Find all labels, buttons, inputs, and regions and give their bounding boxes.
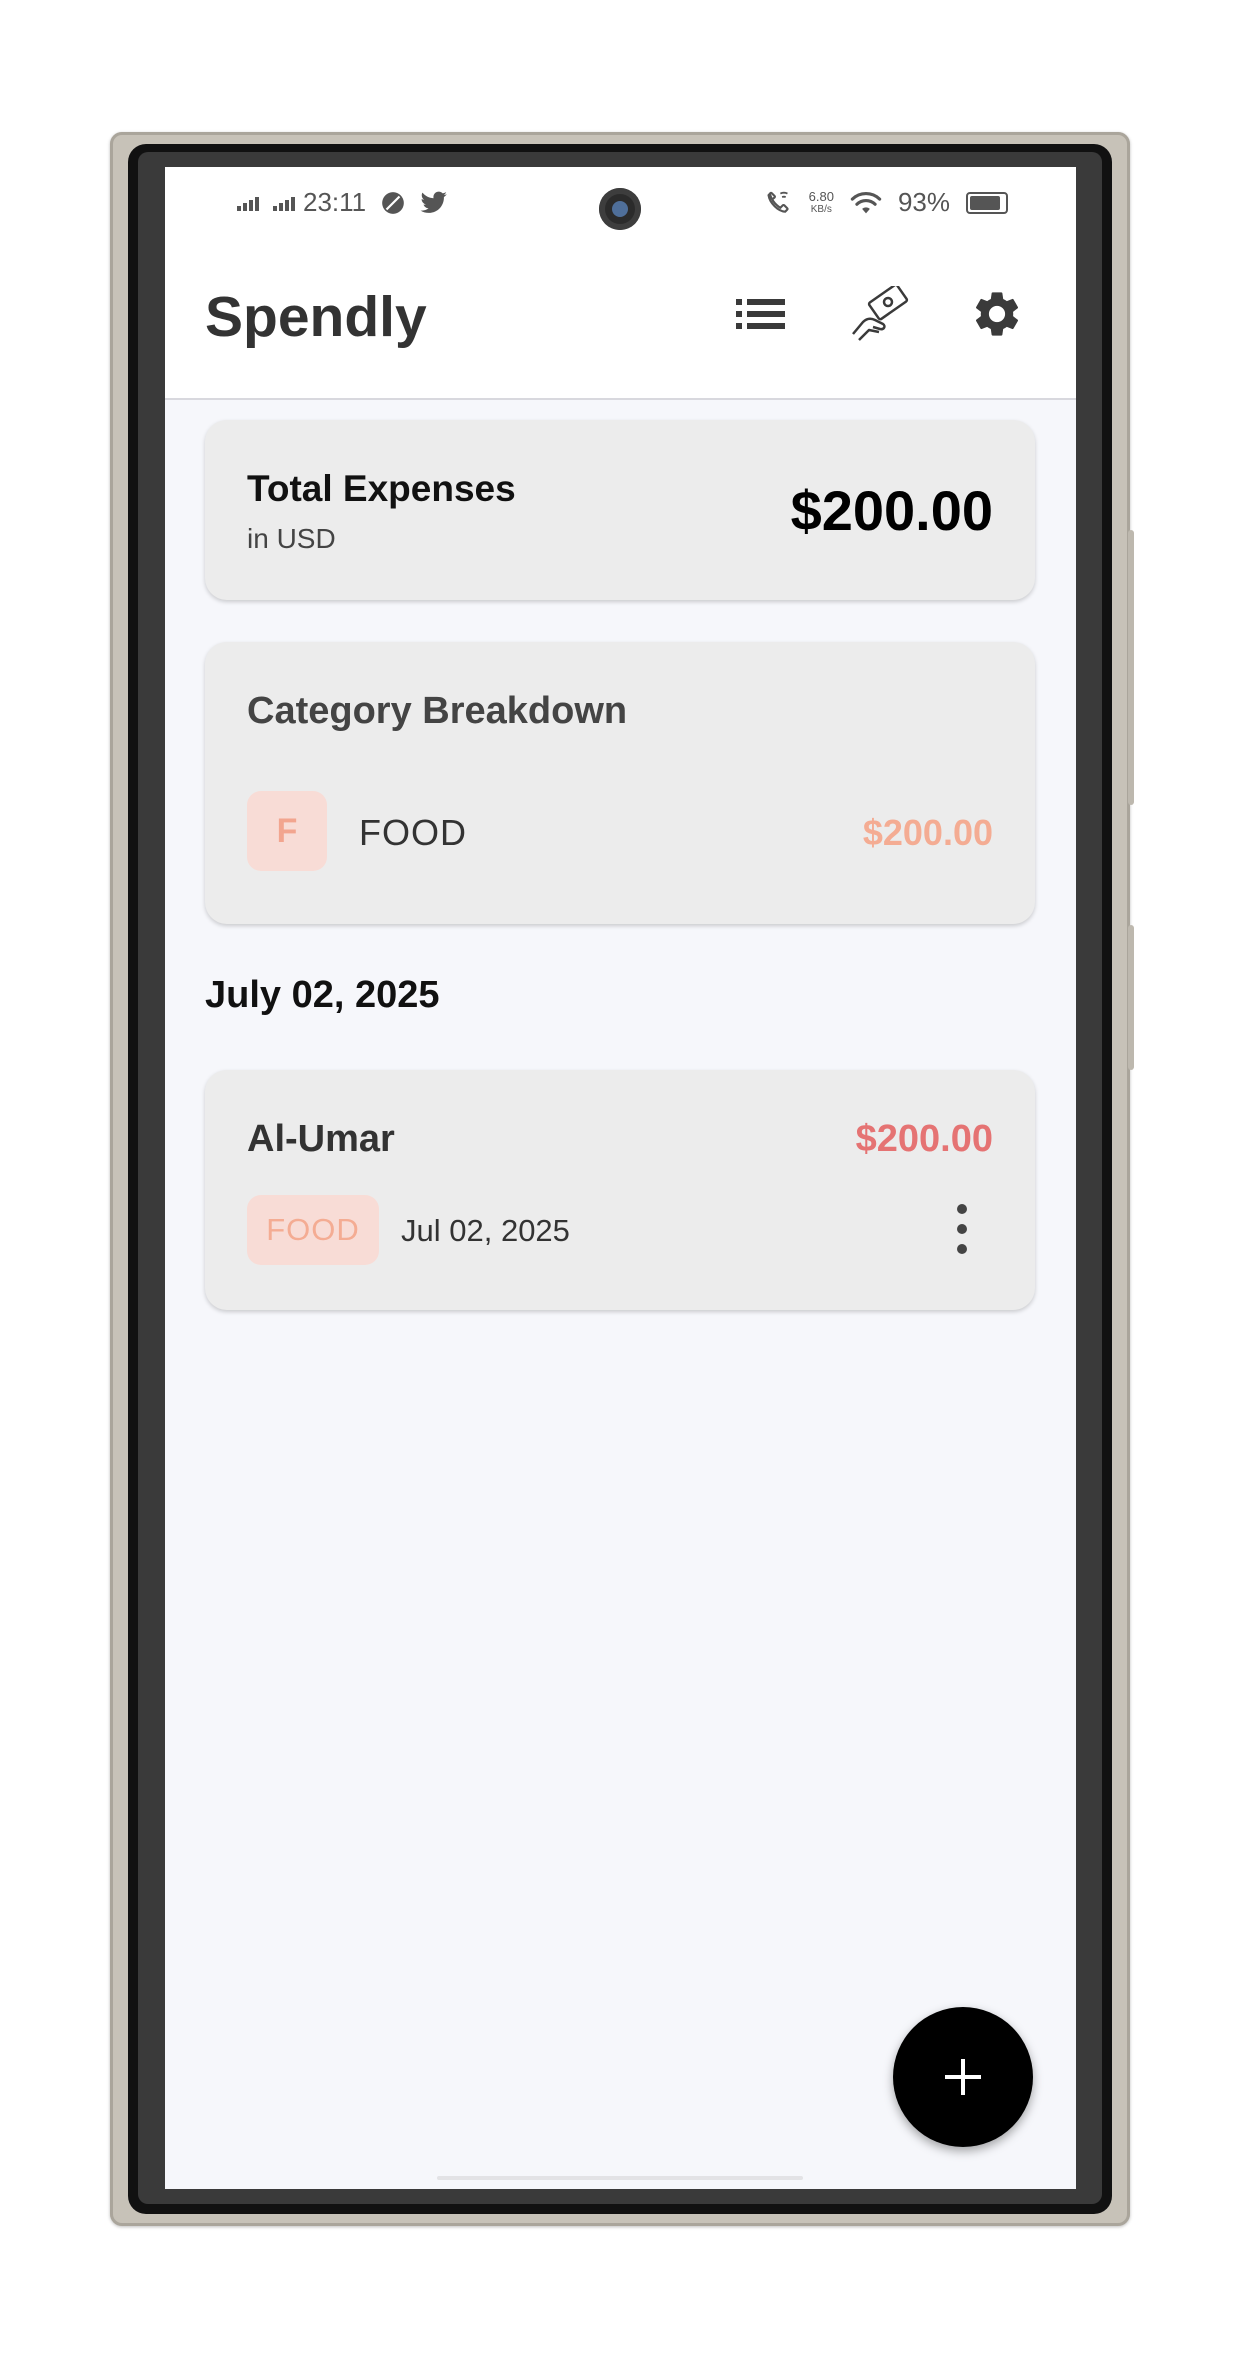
leaf-icon <box>382 191 404 214</box>
front-camera <box>599 188 641 230</box>
volume-button <box>1128 530 1134 805</box>
power-button <box>1128 925 1134 1070</box>
hand-money-icon[interactable] <box>849 284 909 344</box>
category-amount: $200.00 <box>862 812 993 853</box>
total-expenses-card: Total Expenses in USD $200.00 <box>205 420 1035 600</box>
category-initial-badge: F <box>247 791 327 871</box>
expense-item-card[interactable]: Al-Umar $200.00 FOOD Jul 02, 2025 <box>205 1070 1035 1310</box>
total-amount: $200.00 <box>790 479 993 542</box>
category-breakdown-title: Category Breakdown <box>247 690 628 732</box>
status-time: 23:11 <box>303 187 367 217</box>
twitter-icon <box>420 191 447 213</box>
list-icon[interactable] <box>731 284 791 344</box>
screen: 23:11 6.80 KB/s 93% Spendly Total Expens… <box>165 167 1076 2189</box>
net-speed: 6.80 KB/s <box>808 188 834 215</box>
app-title: Spendly <box>205 285 427 349</box>
total-expenses-title: Total Expenses <box>247 468 516 509</box>
wifi-call-icon <box>767 191 789 213</box>
add-expense-button[interactable] <box>893 2007 1033 2147</box>
status-bar: 23:11 6.80 KB/s 93% <box>165 167 1076 242</box>
expense-amount: $200.00 <box>855 1118 993 1160</box>
expense-merchant: Al-Umar <box>247 1118 395 1160</box>
battery-percent: 93% <box>897 187 950 217</box>
home-indicator[interactable] <box>437 2176 803 2180</box>
more-options-icon[interactable] <box>955 1204 969 1254</box>
plus-icon <box>945 2059 981 2095</box>
date-group-header: July 02, 2025 <box>205 974 440 1016</box>
app-bar: Spendly <box>165 242 1076 400</box>
settings-icon[interactable] <box>967 284 1027 344</box>
expense-category-tag: FOOD <box>247 1195 379 1265</box>
category-name: FOOD <box>359 812 467 853</box>
category-breakdown-card: Category Breakdown F FOOD $200.00 <box>205 642 1035 924</box>
signal-icon <box>273 195 295 211</box>
signal-icon <box>237 195 259 211</box>
wifi-icon <box>850 191 882 213</box>
battery-icon <box>966 191 1008 214</box>
expense-date: Jul 02, 2025 <box>401 1213 570 1248</box>
currency-label: in USD <box>247 523 336 554</box>
